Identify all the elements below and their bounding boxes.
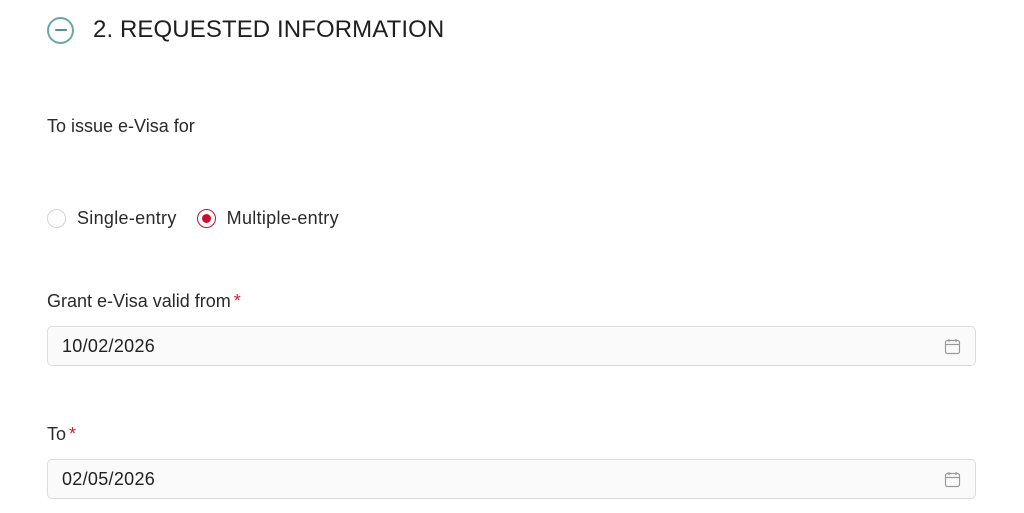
visa-type-question: To issue e-Visa for (47, 116, 195, 136)
valid-to-label-text: To (47, 424, 67, 444)
radio-multiple-entry[interactable]: Multiple-entry (196, 208, 339, 229)
required-asterisk: * (233, 291, 241, 311)
minus-icon (54, 29, 67, 31)
radio-multiple-entry-label[interactable]: Multiple-entry (227, 208, 339, 229)
valid-to-label: To * (47, 424, 76, 445)
valid-from-label-text: Grant e-Visa valid from (47, 291, 231, 311)
requested-information-section: 2. REQUESTED INFORMATION To issue e-Visa… (0, 0, 1024, 513)
calendar-icon[interactable] (943, 470, 961, 488)
collapse-section-button[interactable] (47, 16, 74, 44)
radio-single-entry-circle[interactable] (47, 208, 66, 228)
radio-single-entry[interactable]: Single-entry (47, 208, 177, 229)
valid-from-date-input[interactable]: 10/02/2026 (47, 326, 976, 366)
radio-multiple-entry-circle[interactable] (196, 208, 216, 228)
section-header: 2. REQUESTED INFORMATION (47, 14, 444, 46)
radio-selected-dot (201, 213, 211, 223)
section-title: 2. REQUESTED INFORMATION (93, 16, 445, 43)
valid-to-date-input[interactable]: 02/05/2026 (47, 459, 976, 499)
valid-from-label: Grant e-Visa valid from * (47, 291, 241, 312)
entry-type-radio-group: Single-entry Multiple-entry (47, 206, 339, 230)
valid-from-date-value[interactable]: 10/02/2026 (62, 336, 943, 357)
valid-to-date-value[interactable]: 02/05/2026 (62, 469, 943, 490)
calendar-icon[interactable] (943, 337, 961, 355)
radio-single-entry-label[interactable]: Single-entry (77, 208, 177, 229)
required-asterisk: * (69, 424, 77, 444)
